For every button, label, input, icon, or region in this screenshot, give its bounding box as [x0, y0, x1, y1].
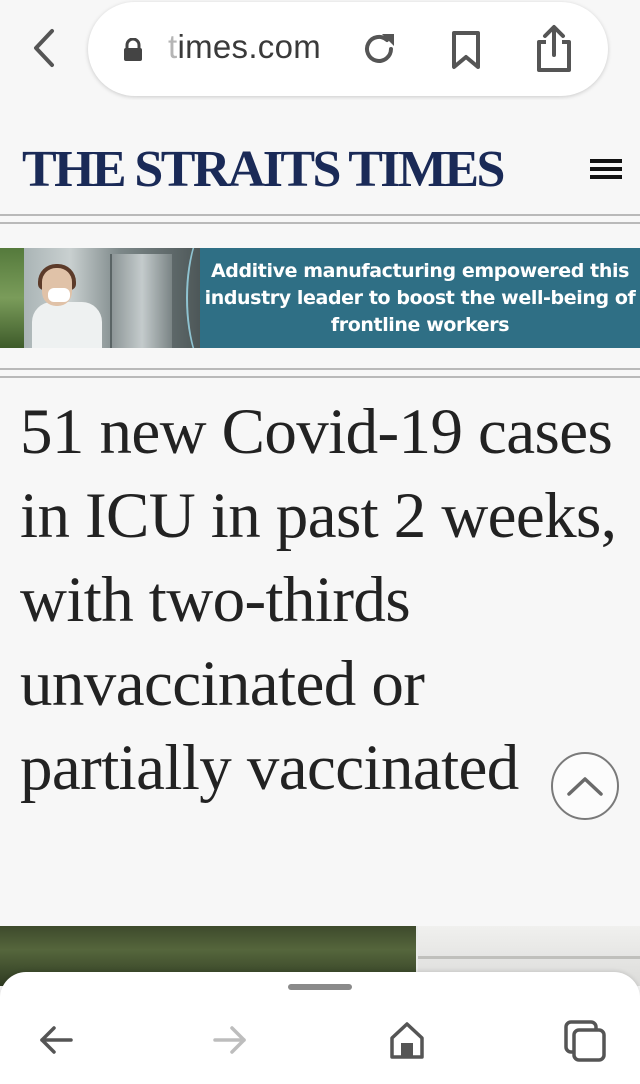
- share-icon[interactable]: [534, 24, 574, 74]
- chevron-left-icon: [34, 29, 54, 67]
- ad-divider: [0, 368, 640, 370]
- ad-image-plant: [0, 248, 24, 348]
- ad-image: [0, 248, 200, 348]
- url-text[interactable]: times.com: [168, 28, 321, 66]
- arrow-left-icon[interactable]: [38, 1024, 74, 1056]
- article-headline: 51 new Covid-19 cases in ICU in past 2 w…: [20, 396, 617, 804]
- header-divider: [0, 222, 640, 224]
- hamburger-menu-icon[interactable]: [590, 159, 622, 183]
- bookmark-icon[interactable]: [450, 30, 482, 70]
- menu-bar: [590, 167, 622, 171]
- ad-banner[interactable]: Additive manufacturing empowered this in…: [0, 248, 640, 348]
- url-text-domain: imes.com: [177, 28, 322, 65]
- home-icon[interactable]: [388, 1020, 426, 1060]
- lock-icon: [124, 38, 142, 61]
- ad-image-person: [22, 258, 102, 348]
- ad-divider: [0, 376, 640, 378]
- browser-bottom-toolbar: [0, 972, 640, 1084]
- site-header: THE STRAITS TIMES: [0, 100, 640, 218]
- reload-icon[interactable]: [360, 30, 398, 68]
- menu-bar: [590, 175, 622, 179]
- tabs-icon[interactable]: [562, 1018, 608, 1062]
- address-bar[interactable]: times.com: [88, 2, 608, 96]
- ad-text: Additive manufacturing empowered this in…: [204, 260, 636, 336]
- site-logo[interactable]: THE STRAITS TIMES: [22, 140, 505, 199]
- article-photo-building-ledge: [418, 956, 640, 959]
- header-divider: [0, 214, 640, 216]
- ad-image-machine: [110, 254, 172, 348]
- scroll-to-top-button[interactable]: [551, 752, 619, 820]
- browser-back-button[interactable]: [26, 26, 62, 70]
- toolbar-handle[interactable]: [288, 984, 352, 990]
- arrow-right-icon[interactable]: [212, 1024, 248, 1056]
- chevron-up-icon: [567, 777, 603, 796]
- ad-image-mask: [48, 288, 70, 302]
- browser-top-bar: times.com: [0, 0, 640, 100]
- ad-image-coat: [32, 302, 102, 348]
- menu-bar: [590, 159, 622, 163]
